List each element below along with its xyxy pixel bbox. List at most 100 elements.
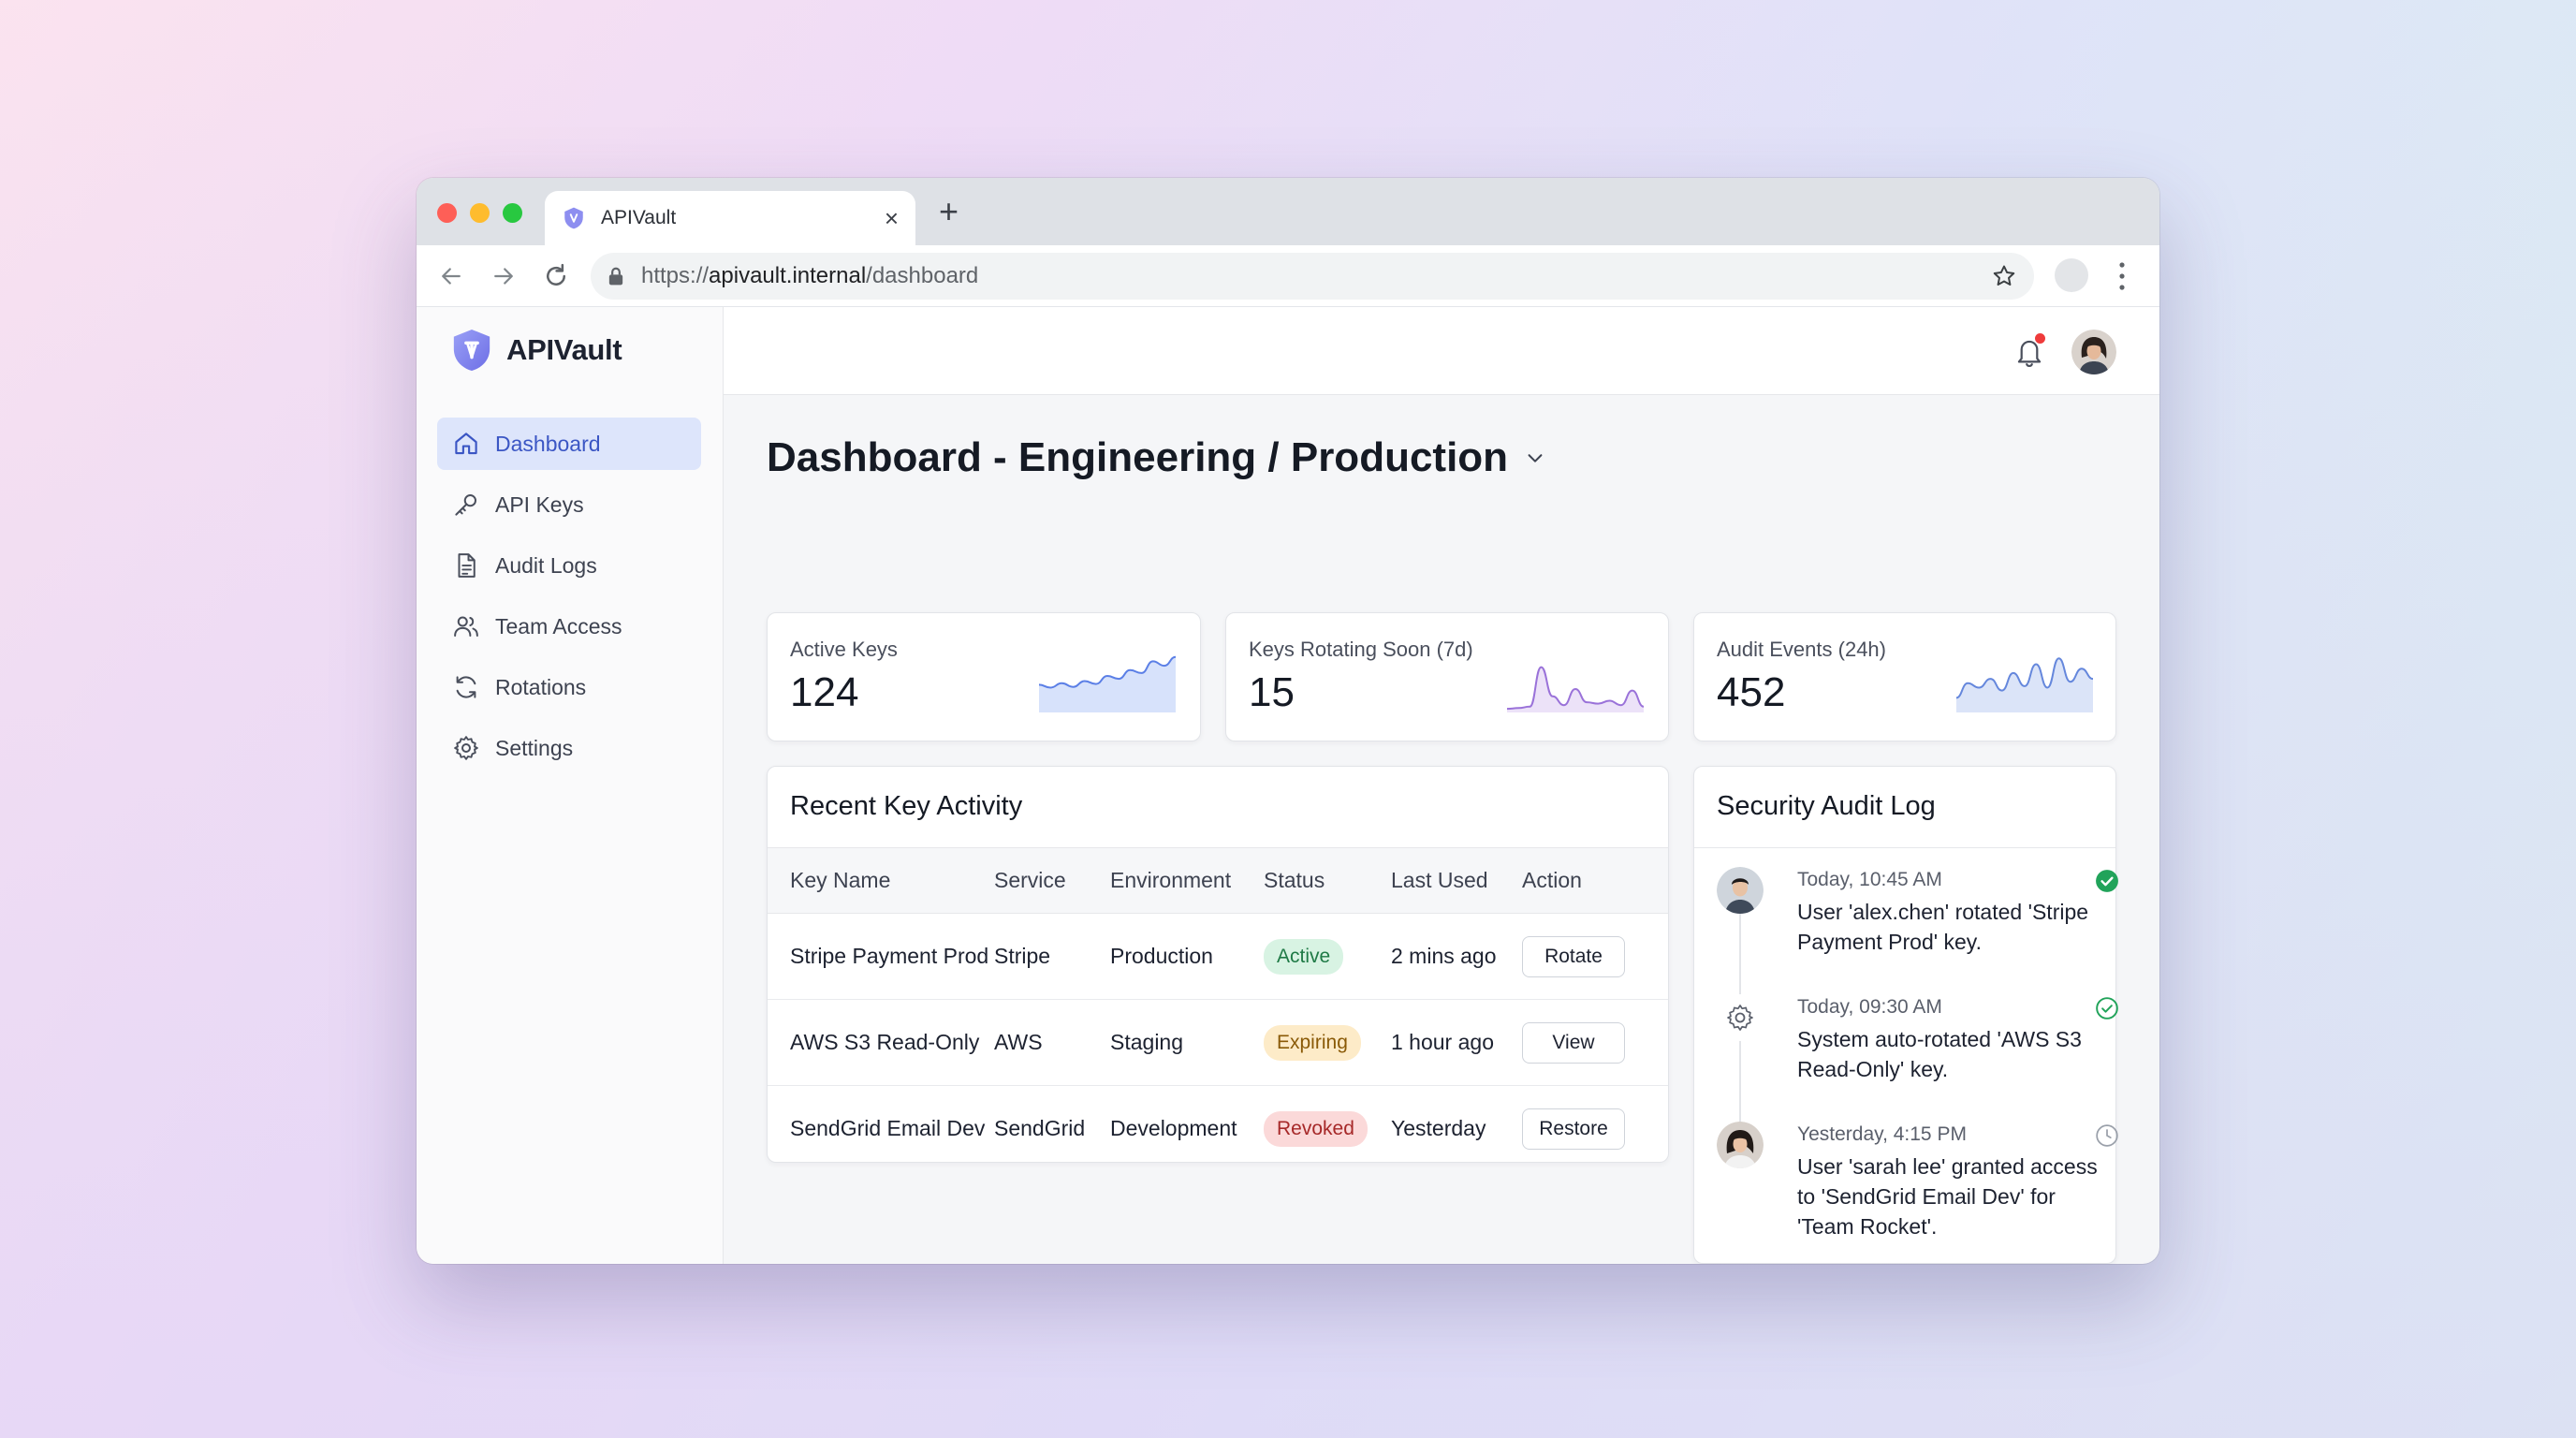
sidebar-item-label: Dashboard — [495, 431, 601, 456]
chevron-down-icon[interactable] — [1525, 448, 1545, 468]
shield-logo-icon — [453, 329, 490, 372]
sidebar-item-api-keys[interactable]: API Keys — [437, 478, 701, 531]
url-text: https://apivault.internal/dashboard — [641, 263, 1991, 289]
gear-icon — [454, 736, 478, 760]
last-used-cell: 2 mins ago — [1391, 944, 1497, 968]
column-header[interactable]: Key Name — [768, 848, 994, 914]
stat-label: Audit Events (24h) — [1717, 638, 1886, 661]
card-title: Recent Key Activity — [790, 791, 1023, 821]
url-host: apivault.internal — [709, 263, 867, 288]
status-badge: Revoked — [1264, 1110, 1368, 1147]
users-icon — [454, 616, 478, 637]
url-path: /dashboard — [866, 263, 979, 288]
url-scheme: https:// — [641, 263, 710, 288]
status-cell: Expiring — [1264, 1000, 1391, 1086]
sparkline-chart — [1506, 666, 1645, 712]
table-row[interactable]: AWS S3 Read-Only AWS Staging Expiring 1 … — [768, 1000, 1668, 1086]
table-row[interactable]: Stripe Payment Prod Stripe Production Ac… — [768, 914, 1668, 1000]
sidebar-item-label: Team Access — [495, 613, 622, 638]
stat-value: 15 — [1249, 669, 1295, 715]
action-cell: Rotate — [1522, 914, 1668, 1000]
activity-table: Key Name Service Environment Status Last… — [768, 847, 1668, 1172]
table-header-row: Key Name Service Environment Status Last… — [768, 847, 1668, 914]
tab-title: APIVault — [601, 207, 677, 228]
refresh-icon — [456, 676, 476, 698]
view-button[interactable]: View — [1522, 1021, 1625, 1064]
audit-time: Today, 10:45 AM — [1797, 869, 1942, 890]
audit-text: User 'alex.chen' rotated 'Stripe Payment… — [1797, 900, 2089, 954]
browser-toolbar: https://apivault.internal/dashboard — [417, 245, 2159, 307]
address-bar[interactable]: https://apivault.internal/dashboard — [591, 253, 2034, 300]
environment-cell: Staging — [1110, 1030, 1184, 1054]
clock-icon — [2096, 1124, 2118, 1147]
check-circle-filled-icon — [2096, 870, 2118, 892]
close-window-button[interactable] — [437, 203, 457, 223]
environment-cell: Development — [1110, 1116, 1237, 1141]
service-cell: AWS — [994, 1030, 1043, 1054]
stat-value: 124 — [790, 669, 859, 715]
audit-text: User 'sarah lee' granted access to 'Send… — [1797, 1154, 2098, 1239]
key-name-cell: AWS S3 Read-Only — [790, 1030, 980, 1054]
shield-logo-icon — [564, 207, 583, 229]
sidebar-nav: Dashboard API Keys Audit Logs Team Acces… — [437, 418, 701, 783]
sidebar-item-settings[interactable]: Settings — [437, 722, 701, 774]
key-name-cell: SendGrid Email Dev — [790, 1116, 986, 1141]
stat-card-active-keys[interactable]: Active Keys 124 — [767, 612, 1201, 741]
sidebar-item-label: Rotations — [495, 674, 587, 699]
column-header: Action — [1522, 868, 1582, 892]
browser-window: APIVault × + https://apivault.internal/d… — [417, 178, 2159, 1264]
forward-arrow-icon[interactable] — [490, 262, 518, 290]
new-tab-button[interactable]: + — [939, 195, 959, 228]
column-header[interactable]: Status — [1264, 848, 1391, 914]
stat-label: Active Keys — [790, 638, 898, 661]
sidebar-item-dashboard[interactable]: Dashboard — [437, 418, 701, 470]
user-avatar[interactable] — [2071, 330, 2116, 374]
user-avatar — [1717, 867, 1764, 914]
minimize-window-button[interactable] — [470, 203, 490, 223]
browser-profile-button[interactable] — [2055, 258, 2088, 292]
sidebar-item-audit-logs[interactable]: Audit Logs — [437, 539, 701, 592]
security-audit-card: Security Audit Log Today, 10:45 AM User … — [1693, 766, 2118, 1264]
key-name-cell: Stripe Payment Prod — [790, 944, 989, 968]
last-used-cell: 1 hour ago — [1391, 1030, 1494, 1054]
maximize-window-button[interactable] — [503, 203, 522, 223]
top-bar — [724, 307, 2159, 395]
status-badge: Active — [1264, 938, 1344, 975]
sidebar-item-rotations[interactable]: Rotations — [437, 661, 701, 713]
stat-value: 452 — [1717, 669, 1786, 715]
restore-button[interactable]: Restore — [1522, 1108, 1625, 1150]
brand[interactable]: APIVault — [450, 328, 622, 373]
sparkline-chart — [1955, 657, 2094, 712]
column-header[interactable]: Service — [994, 848, 1110, 914]
action-cell: View — [1522, 1000, 1668, 1086]
status-cell: Revoked — [1264, 1086, 1391, 1172]
app-root: APIVault Dashboard API Keys Audit Logs T… — [417, 307, 2159, 1264]
status-cell: Active — [1264, 914, 1391, 1000]
stat-card-audit-events[interactable]: Audit Events (24h) 452 — [1693, 612, 2116, 741]
key-icon — [455, 494, 476, 516]
brand-name: APIVault — [506, 333, 622, 366]
notification-badge — [2035, 333, 2045, 344]
audit-list: Today, 10:45 AM User 'alex.chen' rotated… — [1694, 847, 2118, 1239]
sidebar-item-label: Audit Logs — [495, 552, 597, 578]
lock-icon — [608, 267, 623, 286]
back-arrow-icon[interactable] — [437, 262, 465, 290]
sidebar-item-label: API Keys — [495, 492, 584, 517]
browser-menu-icon[interactable] — [2118, 260, 2126, 292]
column-header[interactable]: Environment — [1110, 848, 1264, 914]
page-title[interactable]: Dashboard - Engineering / Production — [767, 434, 1545, 481]
stat-card-keys-rotating[interactable]: Keys Rotating Soon (7d) 15 — [1225, 612, 1669, 741]
bookmark-star-icon[interactable] — [1991, 263, 2017, 289]
recent-activity-card: Recent Key Activity Key Name Service Env… — [767, 766, 1669, 1163]
rotate-button[interactable]: Rotate — [1522, 935, 1625, 977]
browser-tab[interactable]: APIVault × — [545, 191, 915, 245]
column-header[interactable]: Last Used — [1391, 848, 1522, 914]
tab-strip: APIVault × + — [417, 178, 2159, 245]
page-title-text: Dashboard - Engineering / Production — [767, 434, 1509, 480]
tab-close-icon[interactable]: × — [885, 206, 899, 230]
table-row[interactable]: SendGrid Email Dev SendGrid Development … — [768, 1086, 1668, 1172]
reload-icon[interactable] — [542, 262, 570, 290]
sidebar-item-team-access[interactable]: Team Access — [437, 600, 701, 653]
document-icon — [458, 553, 476, 578]
home-icon — [455, 433, 477, 455]
